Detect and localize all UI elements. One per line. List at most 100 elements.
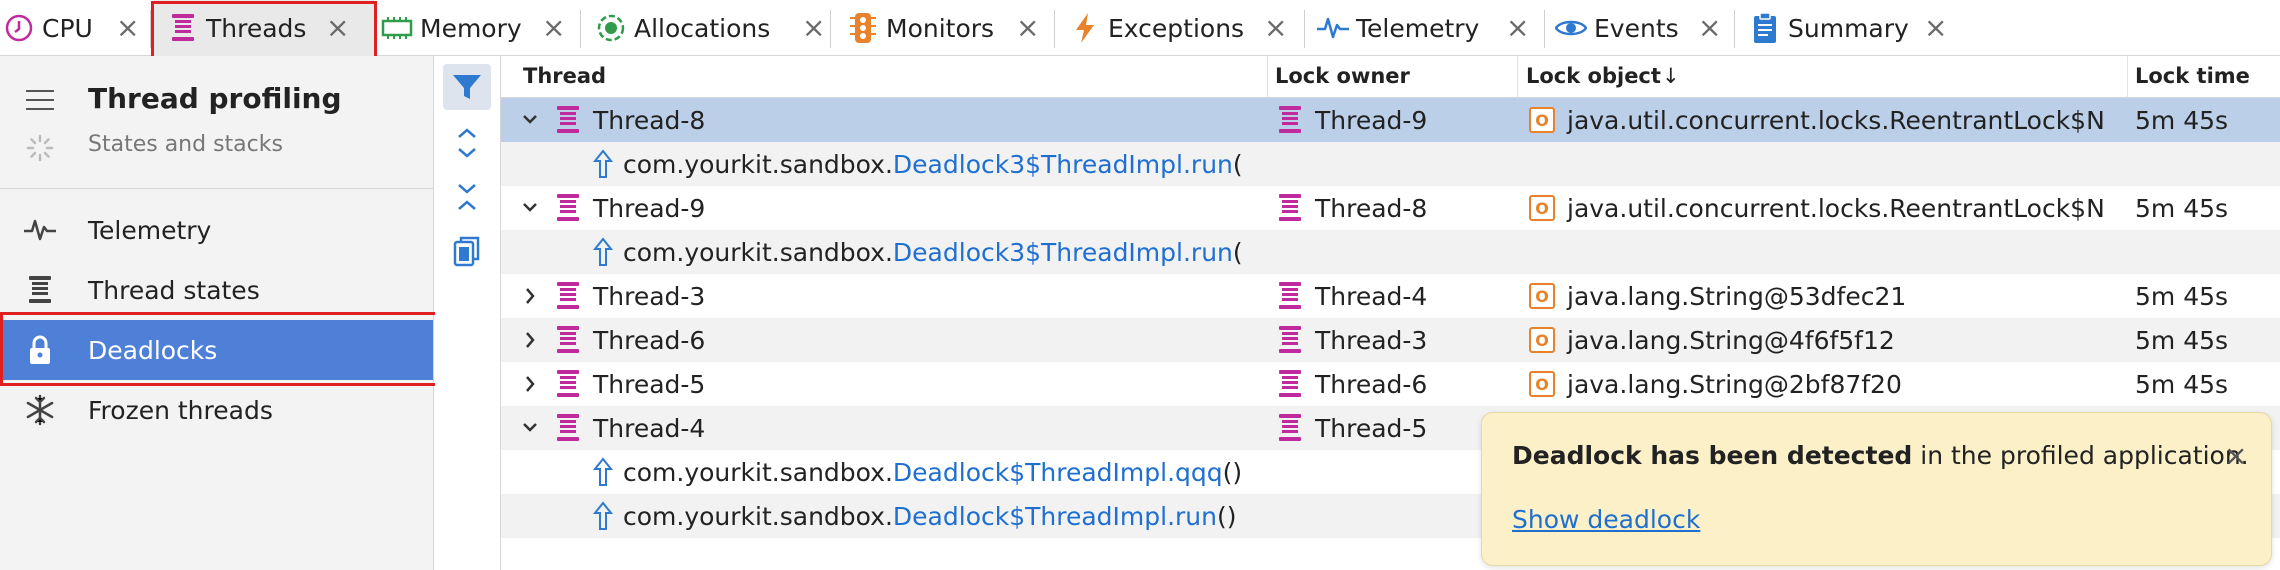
thread-name: Thread-8 [593, 105, 706, 135]
filter-icon [452, 73, 482, 101]
tab-events[interactable]: Events × [1554, 0, 1730, 56]
tab-close-icon[interactable]: × [1506, 14, 1529, 42]
tab-telemetry[interactable]: Telemetry × [1316, 0, 1536, 56]
column-divider[interactable] [1517, 56, 1518, 98]
menu-icon[interactable] [26, 90, 54, 110]
lock-time-cell: 5m 45s [2135, 325, 2229, 355]
object-icon: O [1529, 107, 1555, 133]
thread-icon [557, 413, 579, 443]
tab-close-icon[interactable]: × [1924, 14, 1947, 42]
lock-owner-cell: Thread-5 [1279, 406, 1427, 450]
tab-monitors[interactable]: Monitors × [846, 0, 1050, 56]
tab-allocations[interactable]: Allocations × [594, 0, 825, 56]
tab-memory[interactable]: Memory × [380, 0, 576, 56]
traffic-light-icon [846, 11, 880, 45]
notification-bold: Deadlock has been detected [1512, 441, 1913, 470]
clipboard-icon [1748, 11, 1782, 45]
lock-time-cell: 5m 45s [2135, 193, 2229, 223]
lock-object-cell: Ojava.util.concurrent.locks.ReentrantLoc… [1529, 98, 2105, 142]
column-header-lock-owner[interactable]: Lock owner [1275, 64, 1410, 88]
frame-args: ( [1232, 149, 1243, 179]
thread-cell: Thread-4 [557, 406, 705, 450]
thread-name: Thread-9 [593, 193, 706, 223]
tab-close-icon[interactable]: × [116, 14, 139, 42]
column-header-thread[interactable]: Thread [523, 64, 606, 88]
copy-button[interactable] [443, 228, 491, 274]
tab-close-icon[interactable]: × [802, 14, 825, 42]
expand-all-button[interactable] [443, 120, 491, 166]
deadlock-notification: Deadlock has been detected in the profil… [1481, 412, 2272, 566]
tab-close-icon[interactable]: × [1264, 14, 1287, 42]
thread-icon [557, 325, 579, 355]
table-row-frame[interactable]: com.yourkit.sandbox. Deadlock3$ThreadImpl… [501, 142, 2280, 186]
table-row-thread[interactable]: Thread-3 Thread-4 Ojava.lang.String@53dfec… [501, 274, 2280, 318]
sidebar-item-label: Thread states [88, 275, 260, 305]
collapse-all-button[interactable] [443, 174, 491, 220]
tab-summary[interactable]: Summary × [1748, 0, 1958, 56]
table-row-thread[interactable]: Thread-5 Thread-6 Ojava.lang.String@2bf87f… [501, 362, 2280, 406]
up-arrow-icon [593, 457, 613, 487]
tab-label: Events [1594, 13, 1679, 43]
column-header-lock-time[interactable]: Lock time [2135, 64, 2250, 88]
tab-label: Memory [420, 13, 522, 43]
sidebar: Thread profiling States and stacks Telem… [0, 56, 434, 570]
sidebar-item-deadlocks[interactable]: Deadlocks [0, 320, 433, 380]
column-divider[interactable] [1267, 56, 1268, 98]
sidebar-item-thread-states[interactable]: Thread states [0, 260, 433, 320]
filter-button[interactable] [443, 64, 491, 110]
table-row-thread[interactable]: Thread-6 Thread-3 Ojava.lang.String@4f6f5f… [501, 318, 2280, 362]
lock-object-cell: Ojava.lang.String@53dfec21 [1529, 274, 1906, 318]
sidebar-item-frozen-threads[interactable]: Frozen threads [0, 380, 433, 440]
lock-object-name: java.util.concurrent.locks.ReentrantLock… [1567, 105, 2105, 135]
tab-divider [150, 10, 151, 48]
tab-label: Threads [206, 13, 307, 43]
frame-package: com.yourkit.sandbox. [623, 457, 893, 487]
table-row-thread[interactable]: Thread-9 Thread-8 Ojava.util.concurrent.lo… [501, 186, 2280, 230]
tab-divider [376, 10, 377, 48]
column-divider[interactable] [2127, 56, 2128, 98]
tab-close-icon[interactable]: × [542, 14, 565, 42]
lock-owner-cell: Thread-9 [1279, 98, 1427, 142]
frame-method-link[interactable]: Deadlock$ThreadImpl.qqq [893, 458, 1223, 487]
lock-time-cell: 5m 45s [2135, 281, 2229, 311]
thread-icon [1279, 413, 1301, 443]
thread-icon [557, 281, 579, 311]
frame-method-link[interactable]: Deadlock$ThreadImpl.run [893, 502, 1217, 531]
thread-cell: Thread-9 [557, 186, 705, 230]
lock-owner-name: Thread-5 [1315, 413, 1428, 443]
tab-close-icon[interactable]: × [326, 14, 349, 42]
table-row-thread[interactable]: Thread-8 Thread-9 Ojava.util.concurrent.lo… [501, 98, 2280, 142]
tab-close-icon[interactable]: × [1016, 14, 1039, 42]
tab-label: Allocations [634, 13, 771, 43]
frame-package: com.yourkit.sandbox. [623, 237, 893, 267]
tab-bar: CPU × Threads × Memory × Allocations × M… [0, 0, 2280, 56]
sidebar-item-telemetry[interactable]: Telemetry [0, 200, 433, 260]
memory-chip-icon [380, 11, 414, 45]
frame-args: () [1216, 501, 1237, 531]
close-icon[interactable]: × [2224, 439, 2247, 472]
tab-cpu[interactable]: CPU × [0, 0, 142, 56]
lock-owner-cell: Thread-6 [1279, 362, 1427, 406]
tab-exceptions[interactable]: Exceptions × [1068, 0, 1300, 56]
column-header-lock-object[interactable]: Lock object [1526, 64, 1661, 88]
table-row-frame[interactable]: com.yourkit.sandbox. Deadlock3$ThreadImpl… [501, 230, 2280, 274]
expand-all-icon [456, 127, 478, 159]
show-deadlock-link[interactable]: Show deadlock [1512, 505, 1700, 534]
thread-icon [1279, 193, 1301, 223]
up-arrow-icon [593, 237, 613, 267]
tab-close-icon[interactable]: × [1698, 14, 1721, 42]
threads-icon [166, 11, 200, 45]
copy-icon [453, 235, 481, 267]
tab-divider [1544, 10, 1545, 48]
tab-threads[interactable]: Threads × [154, 0, 374, 56]
frame-method-link[interactable]: Deadlock3$ThreadImpl.run [893, 150, 1233, 179]
notification-message: Deadlock has been detected in the profil… [1512, 441, 2249, 470]
object-icon: O [1529, 195, 1555, 221]
stack-frame-cell: com.yourkit.sandbox. Deadlock$ThreadImpl.… [593, 494, 1237, 538]
notification-text: in the profiled application. [1912, 441, 2249, 470]
frame-method-link[interactable]: Deadlock3$ThreadImpl.run [893, 238, 1233, 267]
thread-cell: Thread-8 [557, 98, 705, 142]
eye-icon [1554, 11, 1588, 45]
lock-owner-cell: Thread-8 [1279, 186, 1427, 230]
lock-object-name: java.util.concurrent.locks.ReentrantLock… [1567, 193, 2105, 223]
